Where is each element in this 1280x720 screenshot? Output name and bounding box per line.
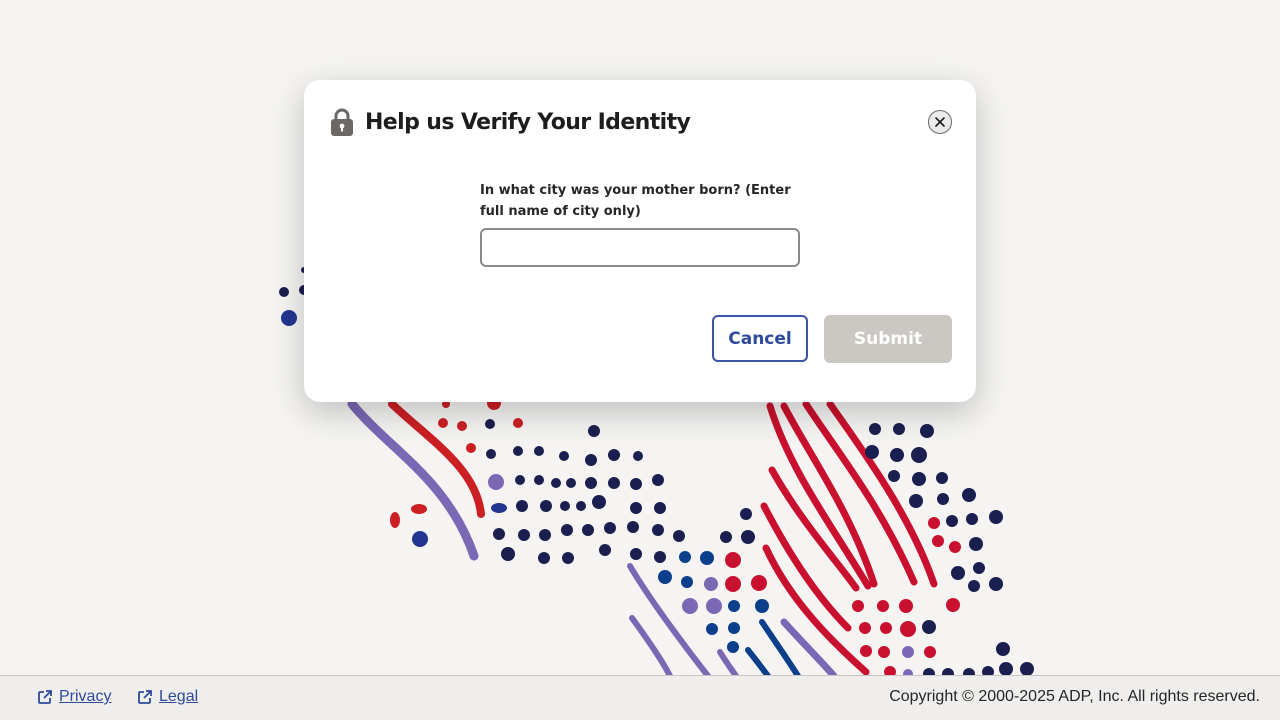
page: Help us Verify Your Identity In what cit… [0, 0, 1280, 720]
page-footer: Privacy Legal Copyright © 2000-2025 ADP,… [0, 675, 1280, 720]
security-question-label: In what city was your mother born? (Ente… [480, 183, 791, 219]
identity-verification-dialog: Help us Verify Your Identity In what cit… [304, 80, 976, 402]
privacy-link-label: Privacy [59, 688, 112, 705]
lock-icon [330, 108, 354, 136]
legal-link[interactable]: Legal [137, 688, 198, 706]
submit-button[interactable]: Submit [824, 315, 952, 363]
dot-pattern-left-purple [488, 474, 504, 490]
dialog-title: Help us Verify Your Identity [365, 109, 691, 135]
dialog-header: Help us Verify Your Identity [330, 106, 691, 138]
close-icon [935, 117, 945, 127]
privacy-link[interactable]: Privacy [37, 688, 111, 706]
copyright-text: Copyright © 2000-2025 ADP, Inc. All righ… [889, 688, 1260, 705]
dot-pattern-right [865, 423, 1034, 676]
security-answer-input[interactable] [480, 228, 800, 267]
legal-link-label: Legal [159, 688, 199, 705]
close-button[interactable] [928, 110, 952, 134]
cancel-button[interactable]: Cancel [712, 315, 808, 362]
external-link-icon [138, 690, 152, 704]
external-link-icon [38, 690, 52, 704]
